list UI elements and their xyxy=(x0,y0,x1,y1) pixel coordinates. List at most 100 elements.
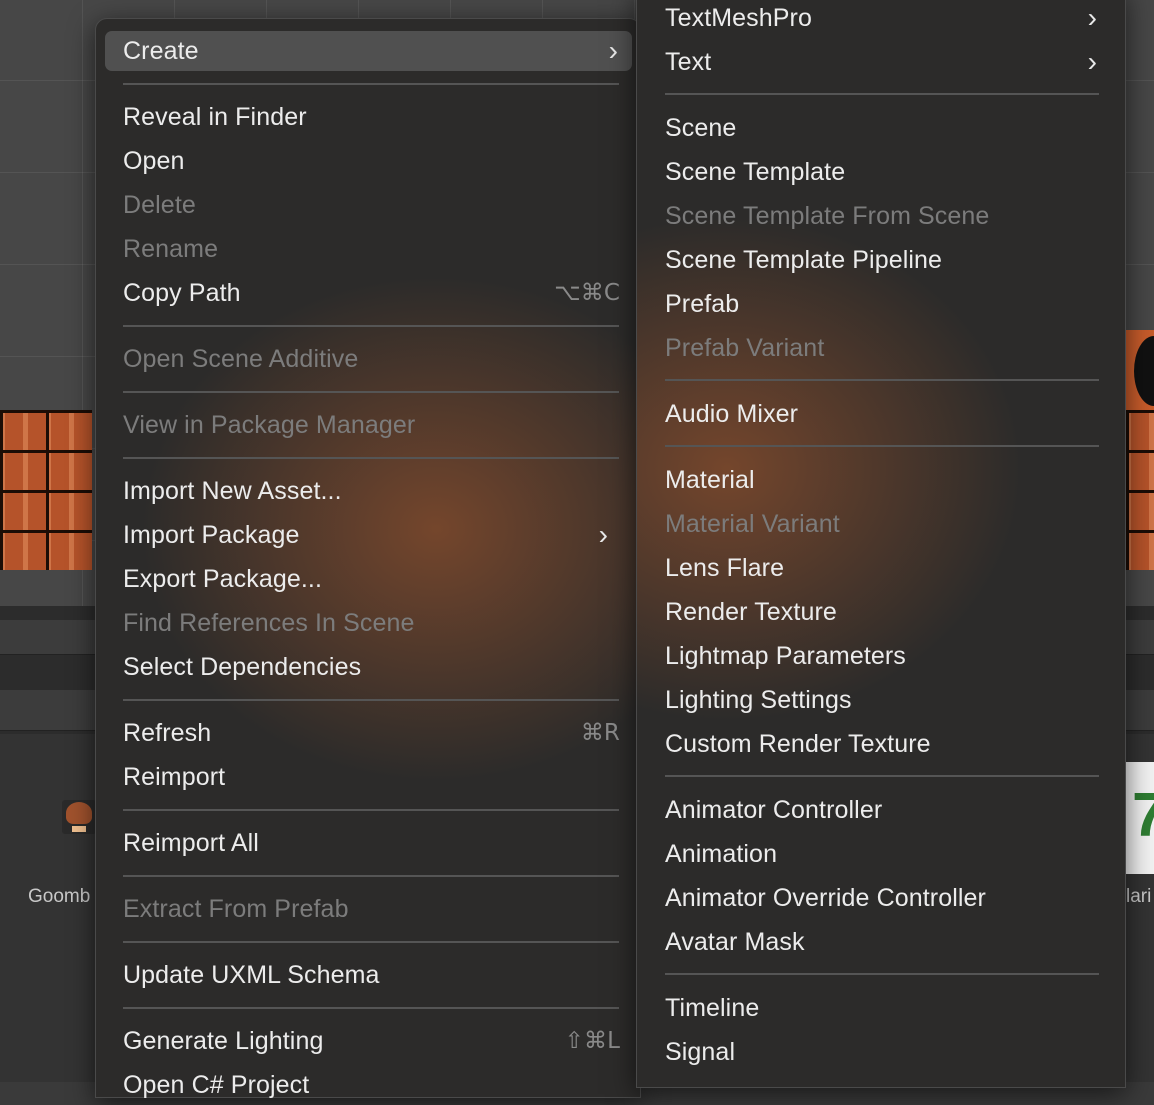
menu-separator xyxy=(123,875,619,877)
submenu-item-animator-override-controller[interactable]: Animator Override Controller xyxy=(665,878,1101,918)
menu-separator xyxy=(123,699,619,701)
chevron-right-icon: › xyxy=(608,35,618,66)
menu-item-label: Animator Controller xyxy=(665,796,883,824)
menu-separator xyxy=(123,809,619,811)
chevron-right-icon: › xyxy=(598,519,608,550)
submenu-item-custom-render-texture[interactable]: Custom Render Texture xyxy=(665,724,1101,764)
submenu-item-scene-template[interactable]: Scene Template xyxy=(665,152,1101,192)
menu-item-label: Scene Template xyxy=(665,158,846,186)
menu-item-find-references-in-scene: Find References In Scene xyxy=(123,603,626,643)
menu-separator xyxy=(123,941,619,943)
chevron-right-icon: › xyxy=(1087,2,1097,33)
menu-item-reimport[interactable]: Reimport xyxy=(123,757,626,797)
menu-item-label: Material Variant xyxy=(665,510,840,538)
asset-glyph: 7 xyxy=(1132,781,1154,850)
menu-item-refresh[interactable]: Refresh ⌘R xyxy=(123,713,626,753)
submenu-item-scene-template-pipeline[interactable]: Scene Template Pipeline xyxy=(665,240,1101,280)
asset-label-goomba[interactable]: Goomb xyxy=(28,886,90,908)
menu-item-rename: Rename xyxy=(123,229,626,269)
menu-item-label: Update UXML Schema xyxy=(123,961,380,989)
menu-item-generate-lighting[interactable]: Generate Lighting ⇧⌘L xyxy=(123,1021,626,1061)
menu-item-create[interactable]: Create › xyxy=(105,31,632,71)
menu-separator xyxy=(665,445,1099,447)
context-menu: Create › Reveal in Finder Open Delete Re… xyxy=(95,18,641,1099)
submenu-item-scene-template-from-scene: Scene Template From Scene xyxy=(665,196,1101,236)
menu-item-open-csharp-project[interactable]: Open C# Project xyxy=(123,1065,626,1105)
submenu-item-timeline[interactable]: Timeline xyxy=(665,988,1101,1028)
menu-separator xyxy=(665,973,1099,975)
submenu-item-material[interactable]: Material xyxy=(665,460,1101,500)
submenu-item-signal[interactable]: Signal xyxy=(665,1032,1101,1072)
submenu-item-scene[interactable]: Scene xyxy=(665,108,1101,148)
menu-item-label: Extract From Prefab xyxy=(123,895,349,923)
menu-item-label: Open Scene Additive xyxy=(123,345,359,373)
submenu-item-lightmap-parameters[interactable]: Lightmap Parameters xyxy=(665,636,1101,676)
menu-item-label: Scene xyxy=(665,114,737,142)
menu-item-label: Reimport xyxy=(123,763,226,791)
menu-separator xyxy=(665,775,1099,777)
menu-item-label: Rename xyxy=(123,235,219,263)
submenu-item-prefab[interactable]: Prefab xyxy=(665,284,1101,324)
menu-separator xyxy=(123,391,619,393)
submenu-item-lens-flare[interactable]: Lens Flare xyxy=(665,548,1101,588)
menu-item-label: Find References In Scene xyxy=(123,609,415,637)
menu-item-label: Text xyxy=(665,48,712,76)
asset-label-right[interactable]: lari xyxy=(1126,886,1151,908)
menu-separator xyxy=(665,379,1099,381)
menu-item-update-uxml-schema[interactable]: Update UXML Schema xyxy=(123,955,626,995)
menu-item-label: Create xyxy=(123,37,199,65)
menu-item-label: Timeline xyxy=(665,994,760,1022)
submenu-item-render-texture[interactable]: Render Texture xyxy=(665,592,1101,632)
shortcut-label: ⇧⌘L xyxy=(564,1028,620,1054)
submenu-item-animation[interactable]: Animation xyxy=(665,834,1101,874)
menu-item-reveal-in-finder[interactable]: Reveal in Finder xyxy=(123,97,626,137)
menu-separator xyxy=(123,83,619,85)
submenu-item-material-variant: Material Variant xyxy=(665,504,1101,544)
menu-item-label: Render Texture xyxy=(665,598,837,626)
goomba-asset-icon[interactable] xyxy=(62,800,96,834)
menu-separator xyxy=(123,457,619,459)
menu-item-delete: Delete xyxy=(123,185,626,225)
menu-item-export-package[interactable]: Export Package... xyxy=(123,559,626,599)
menu-item-select-dependencies[interactable]: Select Dependencies xyxy=(123,647,626,687)
menu-item-label: Scene Template Pipeline xyxy=(665,246,943,274)
shortcut-label: ⌥⌘C xyxy=(554,280,620,306)
submenu-item-audio-mixer[interactable]: Audio Mixer xyxy=(665,394,1101,434)
submenu-item-animator-controller[interactable]: Animator Controller xyxy=(665,790,1101,830)
menu-separator xyxy=(123,1007,619,1009)
menu-item-import-package[interactable]: Import Package › xyxy=(123,515,626,555)
create-submenu: TextMeshPro › Text › Scene Scene Templat… xyxy=(636,0,1126,1088)
menu-item-label: Signal xyxy=(665,1038,736,1066)
submenu-item-avatar-mask[interactable]: Avatar Mask xyxy=(665,922,1101,962)
submenu-item-lighting-settings[interactable]: Lighting Settings xyxy=(665,680,1101,720)
menu-item-label: Lens Flare xyxy=(665,554,785,582)
menu-item-label: Generate Lighting xyxy=(123,1027,324,1055)
menu-item-label: Lightmap Parameters xyxy=(665,642,906,670)
sprite-right xyxy=(1126,330,1154,410)
menu-item-label: Reimport All xyxy=(123,829,259,857)
menu-item-import-new-asset[interactable]: Import New Asset... xyxy=(123,471,626,511)
menu-item-open-scene-additive: Open Scene Additive xyxy=(123,339,626,379)
menu-item-label: Select Dependencies xyxy=(123,653,362,681)
menu-item-label: Prefab xyxy=(665,290,740,318)
menu-item-view-in-package-manager: View in Package Manager xyxy=(123,405,626,445)
menu-item-reimport-all[interactable]: Reimport All xyxy=(123,823,626,863)
menu-item-copy-path[interactable]: Copy Path ⌥⌘C xyxy=(123,273,626,313)
menu-item-open[interactable]: Open xyxy=(123,141,626,181)
shortcut-label: ⌘R xyxy=(580,720,620,746)
menu-item-label: Custom Render Texture xyxy=(665,730,931,758)
menu-item-label: Delete xyxy=(123,191,196,219)
menu-item-label: Animation xyxy=(665,840,778,868)
asset-thumbnail-right[interactable]: 7 xyxy=(1126,762,1154,874)
menu-item-label: Material xyxy=(665,466,755,494)
menu-item-label: Reveal in Finder xyxy=(123,103,307,131)
chevron-right-icon: › xyxy=(1087,46,1097,77)
submenu-item-text[interactable]: Text › xyxy=(665,42,1101,82)
menu-separator xyxy=(123,325,619,327)
menu-item-label: TextMeshPro xyxy=(665,4,812,32)
submenu-item-textmeshpro[interactable]: TextMeshPro › xyxy=(665,0,1101,38)
menu-item-label: Copy Path xyxy=(123,279,241,307)
menu-item-label: Animator Override Controller xyxy=(665,884,986,912)
brick-sprite-right xyxy=(1126,410,1154,570)
menu-item-label: Prefab Variant xyxy=(665,334,825,362)
